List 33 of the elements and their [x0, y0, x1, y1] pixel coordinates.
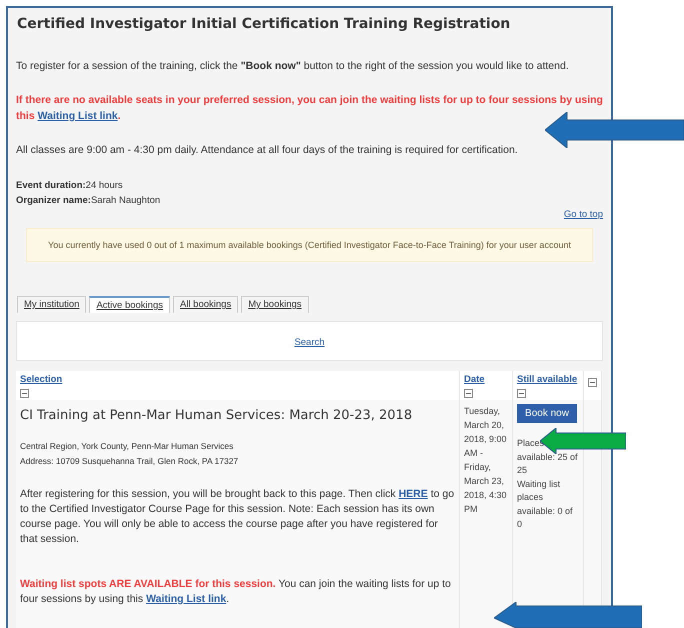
- tab[interactable]: My bookings: [241, 296, 309, 313]
- date-cell: Tuesday, March 20, 2018, 9:00 AM - Friday, March 23, 2018, 4:30 PM: [460, 400, 512, 628]
- booking-notice: You currently have used 0 out of 1 maximum available bookings (Certified Investigator Face-to-Face Training) for your user account: [26, 228, 593, 262]
- collapse-icon[interactable]: [517, 389, 526, 398]
- page-title: Certified Investigator Initial Certification Training Registration: [17, 16, 512, 32]
- tab[interactable]: Active bookings: [89, 296, 170, 313]
- waiting-list-notice: If there are no available seats in your preferred session, you can join the waiting lists for up to four sessions by using this Waiting List link.: [16, 93, 603, 124]
- waiting-places-text: Waiting list places available: 0 of 0: [517, 478, 574, 531]
- book-now-button[interactable]: Book now: [517, 404, 577, 423]
- schedule-text: All classes are 9:00 am - 4:30 pm daily. Attendance at all four days of the training is required for certification.: [16, 144, 519, 156]
- here-link[interactable]: HERE: [398, 488, 428, 500]
- tab[interactable]: All bookings: [172, 296, 238, 313]
- session-title: CI Training at Penn-Mar Human Services: March 20-23, 2018: [20, 408, 414, 423]
- session-description: After registering for this session, you will be brought back to this page. Then click HERE to go to the Certified Investigator Course Page for this session. Note: Each session has its own course page. You will only be able to access the course page after you have registered for that session.: [20, 487, 455, 547]
- column-header[interactable]: Date: [464, 374, 485, 385]
- detail-text: Organizer name:Sarah Naughton: [16, 195, 162, 206]
- places-text: Places available: 25 of 25: [517, 437, 579, 477]
- collapse-icon[interactable]: [464, 389, 473, 398]
- collapse-icon[interactable]: [588, 378, 597, 387]
- instructions-text: To register for a session of the training, click the "Book now" button to the right of the session you would like to attend.: [16, 60, 570, 72]
- tab[interactable]: My institution: [17, 296, 86, 313]
- waiting-list-link[interactable]: Waiting List link: [38, 110, 118, 122]
- location-text: Central Region, York County, Penn-Mar Human Services: [20, 440, 234, 453]
- arrow-icon: [545, 112, 684, 148]
- detail-text: Event duration:24 hours: [16, 180, 124, 191]
- waiting-list-link[interactable]: Waiting List link: [146, 593, 226, 605]
- address-text: Address: 10709 Susquehanna Trail, Glen Rock, PA 17327: [20, 455, 240, 468]
- go-to-top-link[interactable]: Go to top: [564, 209, 603, 220]
- waiting-list-text: Waiting list spots ARE AVAILABLE for this session. You can join the waiting lists for up to four sessions by using this Waiting List link.: [20, 577, 452, 607]
- search-link[interactable]: Search: [294, 337, 325, 348]
- collapse-icon[interactable]: [20, 389, 29, 398]
- arrow-icon: [494, 602, 642, 628]
- column-header[interactable]: Selection: [20, 374, 62, 385]
